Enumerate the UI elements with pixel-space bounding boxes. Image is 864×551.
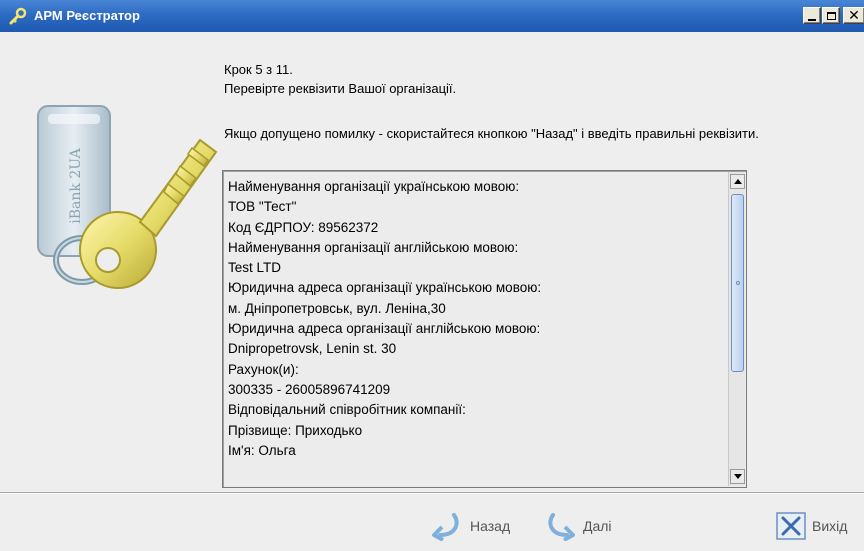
key-token-illustration: iBank 2UA: [37, 105, 218, 289]
next-arrow-icon: [548, 513, 575, 541]
details-line: 300335 - 26005896741209: [228, 381, 391, 397]
details-line: Dnipropetrovsk, Lenin st. 30: [228, 341, 397, 357]
token-label: iBank 2UA: [68, 147, 84, 223]
details-line: Код ЄДРПОУ: 89562372: [228, 219, 379, 235]
details-line: Рахунок(и):: [228, 361, 299, 377]
footer-separator: [0, 492, 864, 494]
details-line: Ім'я: Ольга: [228, 442, 296, 458]
exit-label: Вихід: [812, 518, 848, 534]
details-line: Юридична адреса організації українською …: [228, 280, 542, 296]
step-indicator: Крок 5 з 11.: [224, 62, 293, 77]
close-icon: ✕: [848, 7, 860, 24]
maximize-icon: [826, 11, 836, 20]
details-line: Найменування організації українською мов…: [228, 179, 520, 194]
minimize-button[interactable]: [803, 7, 821, 24]
minimize-icon: [808, 18, 816, 21]
back-label: Назад: [470, 518, 511, 534]
next-button[interactable]: Далі: [543, 510, 612, 542]
maximize-button[interactable]: [822, 7, 840, 24]
step-instruction: Перевірте реквізити Вашої організації.: [224, 81, 457, 96]
details-line: м. Дніпропетровськ, вул. Леніна,30: [228, 300, 446, 316]
scroll-thumb[interactable]: [731, 194, 744, 372]
scroll-down-button[interactable]: [730, 469, 745, 484]
organization-details-list[interactable]: Найменування організації українською мов…: [222, 170, 747, 488]
details-line: Test LTD: [228, 260, 282, 276]
arrow-down-icon: [733, 474, 742, 479]
details-line: ТОВ "Тест": [228, 199, 297, 215]
exit-x-icon: [776, 512, 806, 540]
back-button[interactable]: Назад: [430, 510, 510, 542]
app-key-icon: [9, 7, 27, 25]
details-line: Юридична адреса організації англійською …: [228, 321, 541, 337]
exit-button[interactable]: Вихід: [776, 510, 847, 542]
back-arrow-icon: [432, 513, 459, 541]
vertical-scrollbar[interactable]: [728, 172, 745, 486]
window-title: АРМ Реєстратор: [34, 8, 140, 23]
error-hint: Якщо допущено помилку - скористайтеся кн…: [224, 126, 759, 141]
next-label: Далі: [583, 518, 612, 534]
details-line: Прізвище: Приходько: [228, 422, 363, 438]
title-bar[interactable]: АРМ Реєстратор ✕: [0, 0, 864, 32]
arrow-up-icon: [733, 179, 742, 184]
details-line: Найменування організації англійською мов…: [228, 239, 519, 255]
close-button[interactable]: ✕: [843, 7, 864, 24]
details-line: Відповідальний співробітник компанії:: [228, 402, 466, 418]
grip-icon: [736, 281, 740, 285]
scroll-up-button[interactable]: [730, 174, 745, 189]
details-text: Найменування організації українською мов…: [228, 177, 724, 483]
